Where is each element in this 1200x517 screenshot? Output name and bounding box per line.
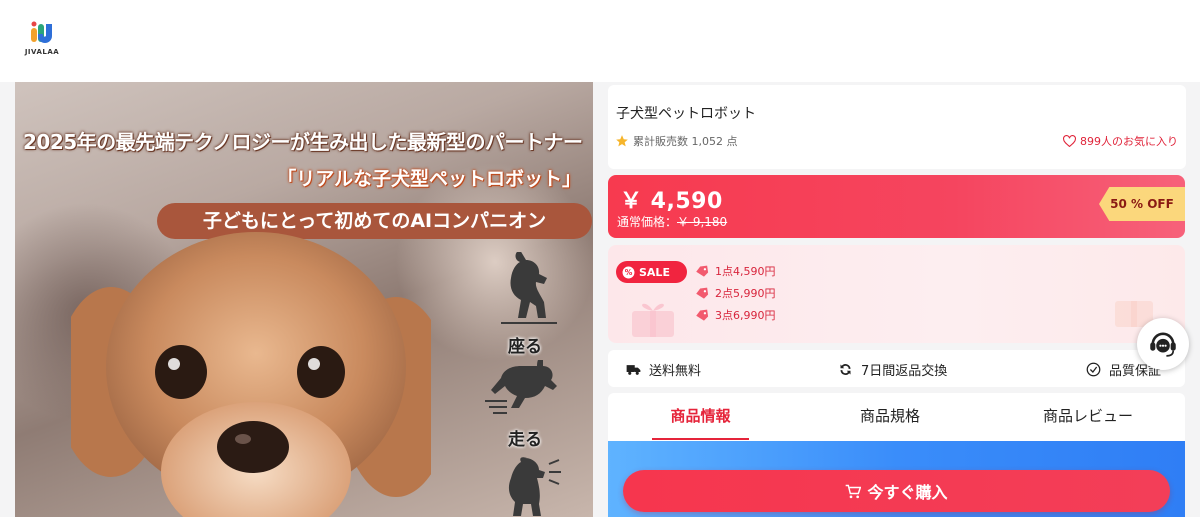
dog-bark-icon: [508, 457, 561, 516]
action-label-sit: 座る: [508, 337, 542, 357]
star-icon: [616, 135, 628, 147]
action-icons-panel: 座る 走る: [485, 252, 585, 517]
sale-tier-1: 1点4,590円: [695, 263, 776, 279]
heart-icon: [1063, 135, 1076, 147]
sale-tier-3: 3点6,990円: [695, 307, 776, 323]
sale-tier-2: 2点5,990円: [695, 285, 776, 301]
hero-headline: 2025年の最先端テクノロジーが生み出した最新型のパートナー: [23, 130, 583, 154]
site-header: JIVALAA: [0, 0, 1200, 82]
sold-count: 累計販売数 1,052 点: [615, 133, 737, 149]
product-hero-image[interactable]: 2025年の最先端テクノロジーが生み出した最新型のパートナー 「リアルな子犬型ペ…: [15, 82, 593, 517]
sale-price: ￥ 4,590: [620, 189, 723, 214]
service-label: 送料無料: [649, 364, 702, 379]
logo-icon: [31, 21, 52, 43]
refresh-icon: [840, 364, 851, 375]
tab-specifications[interactable]: 商品規格: [840, 405, 940, 426]
price-banner: ￥ 4,590 通常価格：￥ 9,180 50 % OFF: [608, 175, 1185, 238]
original-price-row: 通常価格：￥ 9,180: [617, 213, 727, 230]
discount-badge: 50 % OFF: [1099, 187, 1185, 221]
support-agent-icon: [1150, 332, 1176, 357]
tag-icon: [696, 287, 709, 299]
buy-now-label: 今すぐ購入: [867, 483, 948, 502]
sale-badge-label: SALE: [639, 265, 670, 279]
dog-sit-icon: [501, 252, 557, 324]
tab-reviews[interactable]: 商品レビュー: [1028, 405, 1148, 426]
svg-text:%: %: [625, 268, 633, 277]
original-price-label: 通常価格：: [617, 215, 678, 229]
action-label-run: 走る: [508, 430, 542, 450]
percent-icon: %: [622, 266, 635, 278]
active-tab-indicator: [652, 438, 749, 440]
tag-icon: [696, 265, 709, 277]
sold-count-label: 累計販売数 1,052 点: [633, 135, 738, 148]
service-returns: 7日間返品交換: [838, 360, 947, 379]
hero-subheadline: 「リアルな子犬型ペットロボット」: [277, 168, 581, 190]
gift-decoration-icon: [632, 303, 674, 337]
buy-now-button[interactable]: 今すぐ購入: [623, 470, 1170, 512]
original-price: ￥ 9,180: [677, 215, 728, 229]
product-title: 子犬型ペットロボット: [616, 106, 756, 122]
sale-tiers-card: % SALE 1点4,590円 2点5,990円 3点6,990円: [608, 245, 1185, 343]
check-circle-icon: [1086, 362, 1101, 377]
dog-run-icon: [485, 360, 557, 414]
sale-tier-label: 2点5,990円: [715, 287, 776, 300]
truck-icon: [626, 365, 641, 375]
service-free-shipping: 送料無料: [626, 360, 701, 379]
service-label: 7日間返品交換: [861, 364, 948, 379]
tag-icon: [696, 309, 709, 321]
product-tabs: 商品情報 商品規格 商品レビュー: [608, 393, 1185, 441]
sale-tier-label: 3点6,990円: [715, 309, 776, 322]
logo-text: JIVALAA: [24, 48, 60, 56]
customer-support-button[interactable]: [1137, 318, 1189, 370]
product-title-card: 子犬型ペットロボット 累計販売数 1,052 点 899人のお気に入り: [608, 85, 1186, 169]
puppy-image: [71, 232, 431, 517]
tab-product-info[interactable]: 商品情報: [652, 405, 749, 426]
favorite-button[interactable]: 899人のお気に入り: [1063, 133, 1178, 149]
brand-logo[interactable]: JIVALAA: [24, 20, 60, 60]
sale-badge: % SALE: [616, 261, 687, 283]
sale-tier-label: 1点4,590円: [715, 265, 776, 278]
cart-icon: [846, 484, 862, 498]
service-guarantees: 送料無料 7日間返品交換 品質保証: [608, 350, 1185, 387]
favorites-label: 899人のお気に入り: [1080, 135, 1178, 148]
